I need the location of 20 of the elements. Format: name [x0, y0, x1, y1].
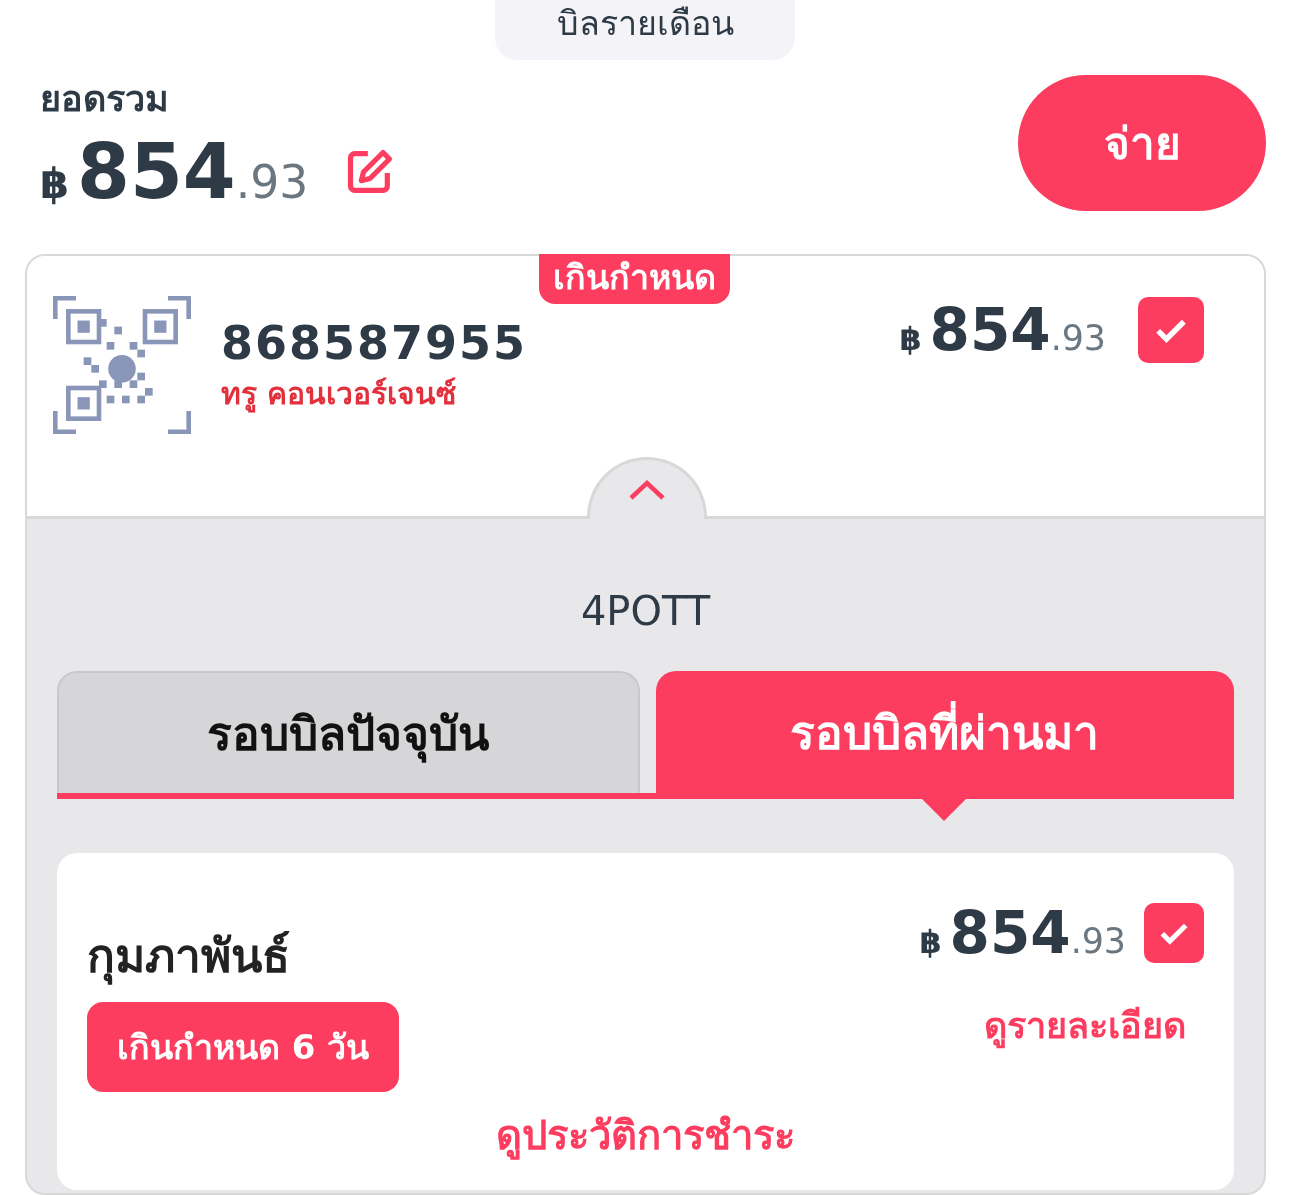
overdue-badge: เกินกำหนด — [539, 254, 730, 304]
segment-tab[interactable]: บิลรายเดือน — [495, 0, 795, 60]
bill-cycle-tab[interactable]: รอบบิลที่ผ่านมา — [655, 671, 1234, 793]
bill-month: กุมภาพันธ์ — [87, 928, 290, 987]
pay-button[interactable]: จ่าย — [1018, 75, 1266, 211]
details-link[interactable]: ดูรายละเอียด — [984, 997, 1186, 1054]
total-label: ยอดรวม — [40, 77, 170, 121]
account-checkbox[interactable] — [1138, 297, 1204, 363]
bill-cycle-tab[interactable]: รอบบิลปัจจุบัน — [57, 671, 640, 793]
qr-code-icon — [53, 296, 191, 434]
payment-history-link[interactable]: ดูประวัติการชำระ — [496, 1110, 795, 1160]
overdue-status: เกินกำหนด 6 วัน — [87, 1002, 400, 1092]
account-name: 4POTT — [580, 587, 711, 635]
provider-name: ทรู คอนเวอร์เจนซ์ — [221, 375, 458, 415]
bill-checkbox[interactable] — [1144, 903, 1204, 963]
chevron-up-icon — [627, 478, 667, 502]
account-amount: ฿854.93 — [899, 296, 1106, 364]
bill-amount: ฿854.93 — [919, 899, 1126, 967]
total-amount: ฿854.93 — [40, 127, 309, 216]
account-number: 868587955 — [221, 316, 529, 370]
